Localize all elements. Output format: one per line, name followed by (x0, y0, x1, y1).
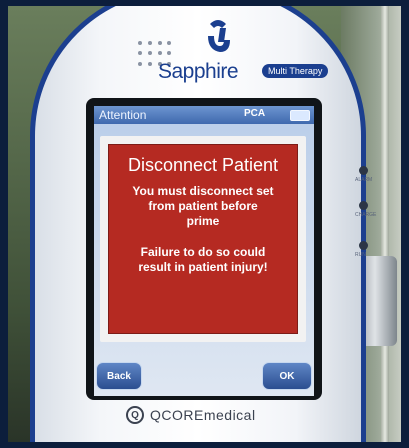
alarm-label: ALARM (355, 177, 373, 183)
manufacturer-logo: Q QCOREmedical (126, 402, 286, 428)
sapphire-logo-icon (208, 20, 230, 52)
run-led-icon (359, 241, 368, 250)
run-indicator: RUN (343, 241, 401, 271)
alert-warning-line: Failure to do so could (140, 245, 266, 259)
ok-button[interactable]: OK (262, 362, 312, 390)
alert-dialog: Disconnect Patient You must disconnect s… (100, 136, 306, 342)
alert-message-line: prime (186, 214, 220, 228)
alert-message-line: You must disconnect set (132, 184, 274, 198)
alert-warning-line: result in patient injury! (138, 260, 268, 274)
screen-header-title: Attention (99, 108, 147, 122)
alert-title: Disconnect Patient (127, 155, 279, 175)
screen-titlebar: Attention PCA (94, 106, 314, 124)
pump-screen: Attention PCA Disconnect Patient You mus… (94, 106, 314, 396)
alert-panel: Disconnect Patient You must disconnect s… (108, 144, 298, 334)
charge-indicator: CHARGE (343, 201, 401, 231)
battery-icon (290, 110, 310, 121)
brand-badge: Multi Therapy (262, 64, 329, 78)
alarm-indicator: ALARM (343, 166, 401, 196)
charge-led-icon (359, 201, 368, 210)
manufacturer-name: QCOREmedical (150, 407, 256, 423)
therapy-mode-label: PCA (244, 108, 266, 119)
alarm-led-icon (359, 166, 368, 175)
back-button[interactable]: Back (96, 362, 142, 390)
run-label: RUN (355, 252, 366, 258)
qcore-logo-icon: Q (126, 406, 144, 424)
photo-background: Sapphire Multi Therapy Attention PCA Dis… (8, 6, 401, 442)
charge-label: CHARGE (355, 212, 377, 218)
alert-message-line: from patient before (148, 199, 258, 213)
brand-name: Sapphire (158, 60, 239, 83)
